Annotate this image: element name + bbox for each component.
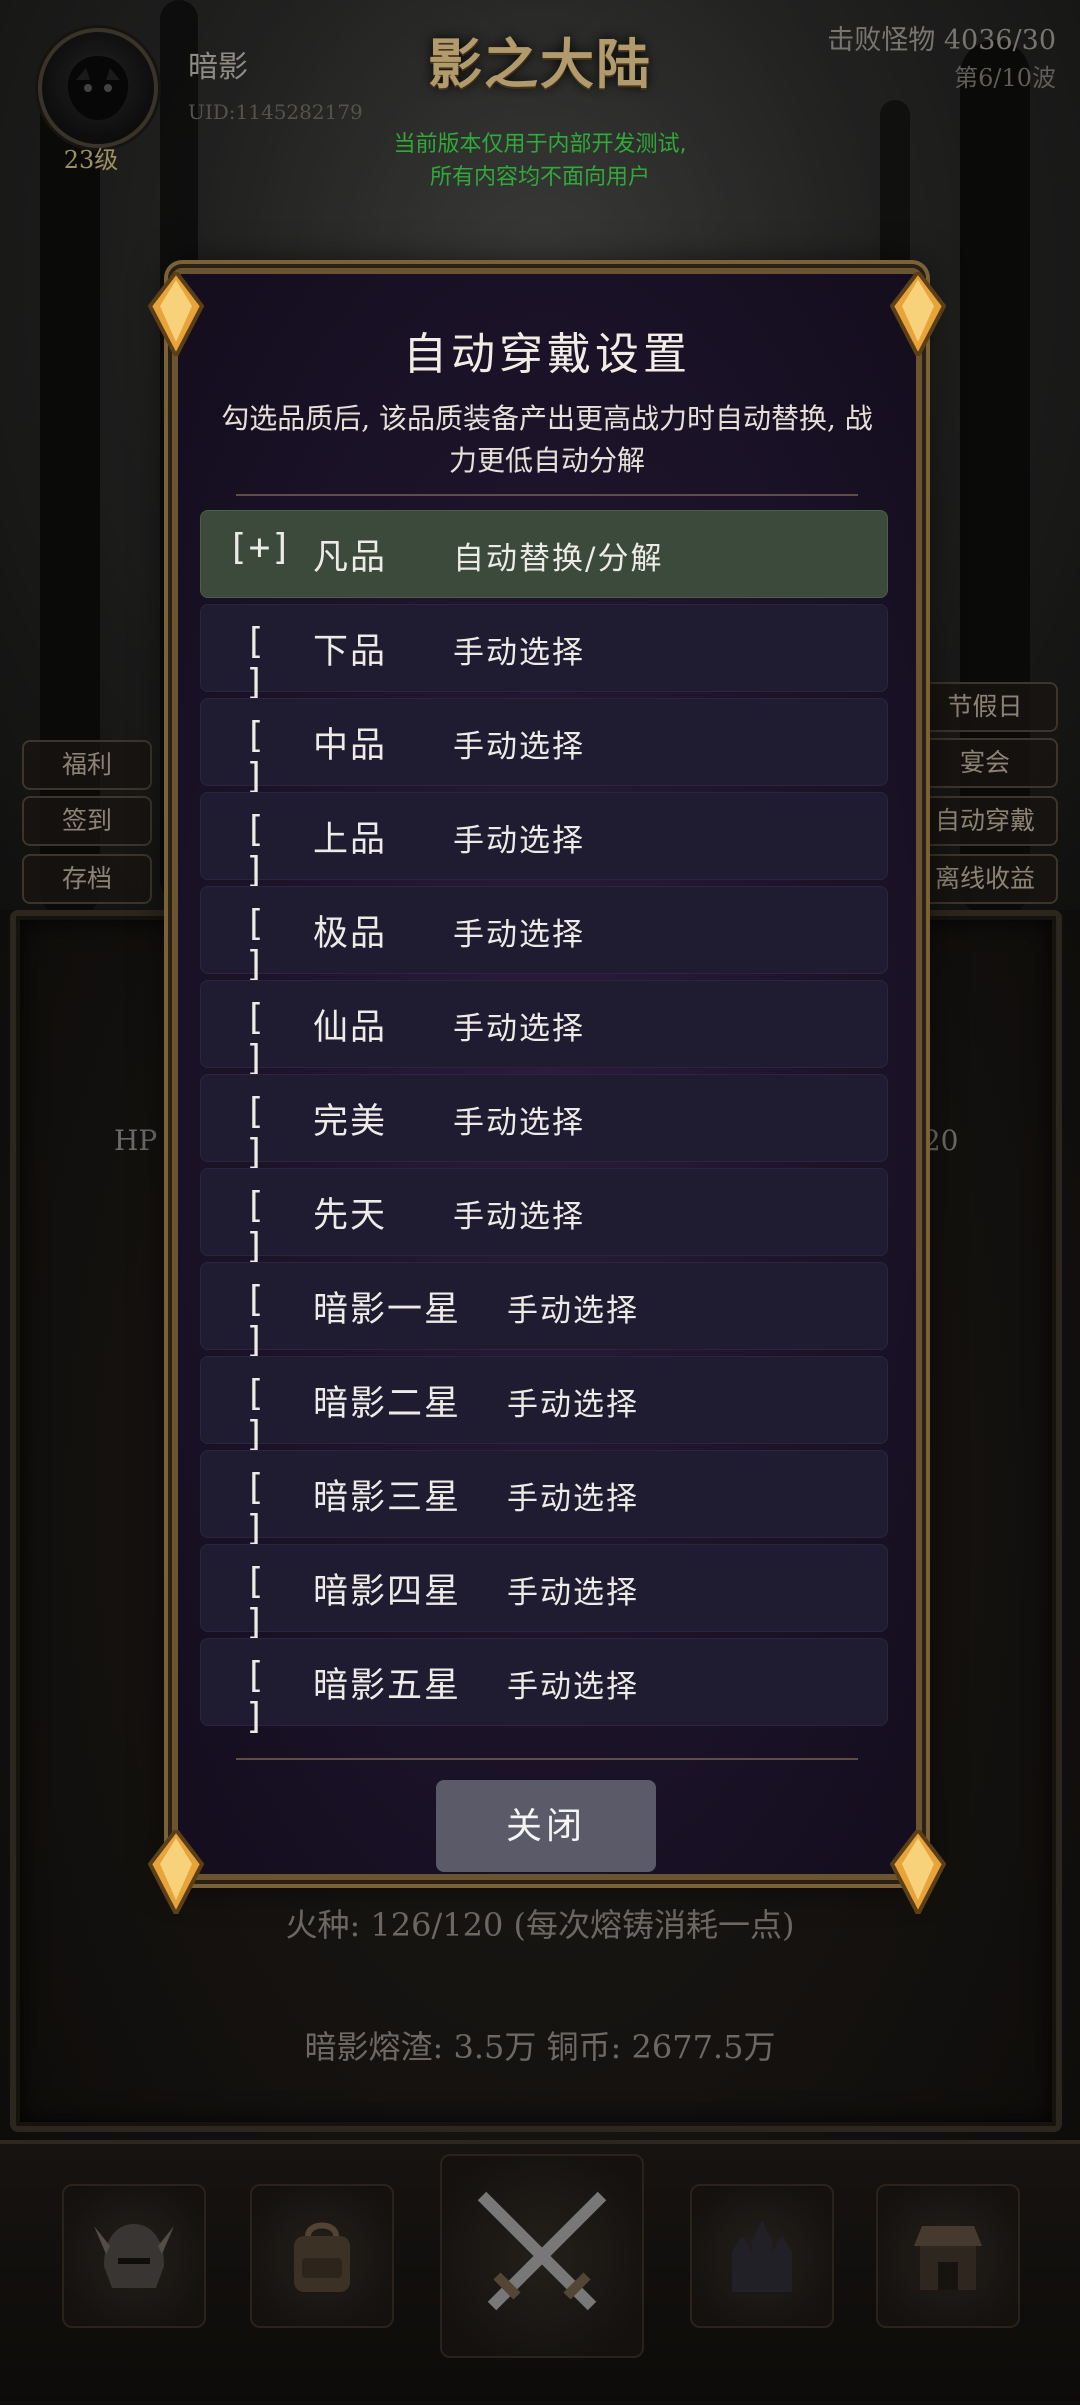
quality-mode: 手动选择 xyxy=(453,635,585,671)
divider xyxy=(236,494,858,496)
quality-mode: 手动选择 xyxy=(453,1011,585,1047)
quality-checkbox[interactable]: [ ] xyxy=(227,715,283,797)
quality-checkbox[interactable]: [+] xyxy=(227,527,292,568)
quality-name: 先天 xyxy=(313,1196,388,1236)
quality-row[interactable]: [ ] 中品 手动选择 xyxy=(200,698,888,797)
quality-mode: 手动选择 xyxy=(453,1105,585,1141)
quality-row[interactable]: [ ] 暗影四星 手动选择 xyxy=(200,1544,888,1643)
quality-name: 极品 xyxy=(313,914,388,954)
quality-row[interactable]: [ ] 暗影二星 手动选择 xyxy=(200,1356,888,1455)
gem-ornament-icon xyxy=(890,1830,946,1914)
dialog-description: 勾选品质后, 该品质装备产出更高战力时自动替换, 战力更低自动分解 xyxy=(221,402,873,477)
quality-mode: 手动选择 xyxy=(453,823,585,859)
quality-row[interactable]: [ ] 仙品 手动选择 xyxy=(200,980,888,1079)
quality-row[interactable]: [ ] 极品 手动选择 xyxy=(200,886,888,985)
quality-name: 暗影五星 xyxy=(313,1666,462,1706)
quality-checkbox[interactable]: [ ] xyxy=(227,1561,283,1643)
gem-ornament-icon xyxy=(148,1830,204,1914)
quality-mode: 手动选择 xyxy=(507,1575,639,1611)
quality-checkbox[interactable]: [ ] xyxy=(227,1467,283,1549)
quality-checkbox[interactable]: [ ] xyxy=(227,809,283,891)
quality-checkbox[interactable]: [ ] xyxy=(227,621,283,703)
quality-name: 中品 xyxy=(313,726,388,766)
auto-equip-dialog: 自动穿戴设置 勾选品质后, 该品质装备产出更高战力时自动替换, 战力更低自动分解… xyxy=(148,268,946,1914)
quality-checkbox[interactable]: [ ] xyxy=(227,997,283,1079)
quality-checkbox[interactable]: [ ] xyxy=(227,1655,283,1737)
quality-name: 凡品 xyxy=(313,538,388,578)
quality-row[interactable]: [ ] 完美 手动选择 xyxy=(200,1074,888,1173)
quality-row[interactable]: [ ] 上品 手动选择 xyxy=(200,792,888,891)
quality-mode: 手动选择 xyxy=(453,917,585,953)
quality-name: 下品 xyxy=(313,632,388,672)
quality-name: 上品 xyxy=(313,820,388,860)
quality-mode: 手动选择 xyxy=(507,1669,639,1705)
quality-mode: 手动选择 xyxy=(453,729,585,765)
quality-checkbox[interactable]: [ ] xyxy=(227,1091,283,1173)
quality-row[interactable]: [ ] 先天 手动选择 xyxy=(200,1168,888,1267)
quality-checkbox[interactable]: [ ] xyxy=(227,1279,283,1361)
quality-checkbox[interactable]: [ ] xyxy=(227,1185,283,1267)
quality-mode: 手动选择 xyxy=(453,1199,585,1235)
quality-checkbox[interactable]: [ ] xyxy=(227,903,283,985)
quality-mode: 手动选择 xyxy=(507,1293,639,1329)
quality-mode: 手动选择 xyxy=(507,1387,639,1423)
divider xyxy=(236,1758,858,1760)
quality-name: 暗影四星 xyxy=(313,1572,462,1612)
close-button[interactable]: 关闭 xyxy=(436,1780,656,1872)
quality-name: 暗影二星 xyxy=(313,1384,462,1424)
quality-mode: 自动替换/分解 xyxy=(453,541,664,577)
quality-row[interactable]: [+] 凡品 自动替换/分解 xyxy=(200,510,888,598)
quality-name: 暗影一星 xyxy=(313,1290,462,1330)
dialog-title: 自动穿戴设置 xyxy=(403,329,691,380)
quality-name: 完美 xyxy=(313,1102,388,1142)
quality-row[interactable]: [ ] 下品 手动选择 xyxy=(200,604,888,703)
quality-row[interactable]: [ ] 暗影五星 手动选择 xyxy=(200,1638,888,1737)
quality-name: 暗影三星 xyxy=(313,1478,462,1518)
quality-name: 仙品 xyxy=(313,1008,388,1048)
quality-row[interactable]: [ ] 暗影三星 手动选择 xyxy=(200,1450,888,1549)
quality-checkbox[interactable]: [ ] xyxy=(227,1373,283,1455)
quality-row[interactable]: [ ] 暗影一星 手动选择 xyxy=(200,1262,888,1361)
quality-mode: 手动选择 xyxy=(507,1481,639,1517)
